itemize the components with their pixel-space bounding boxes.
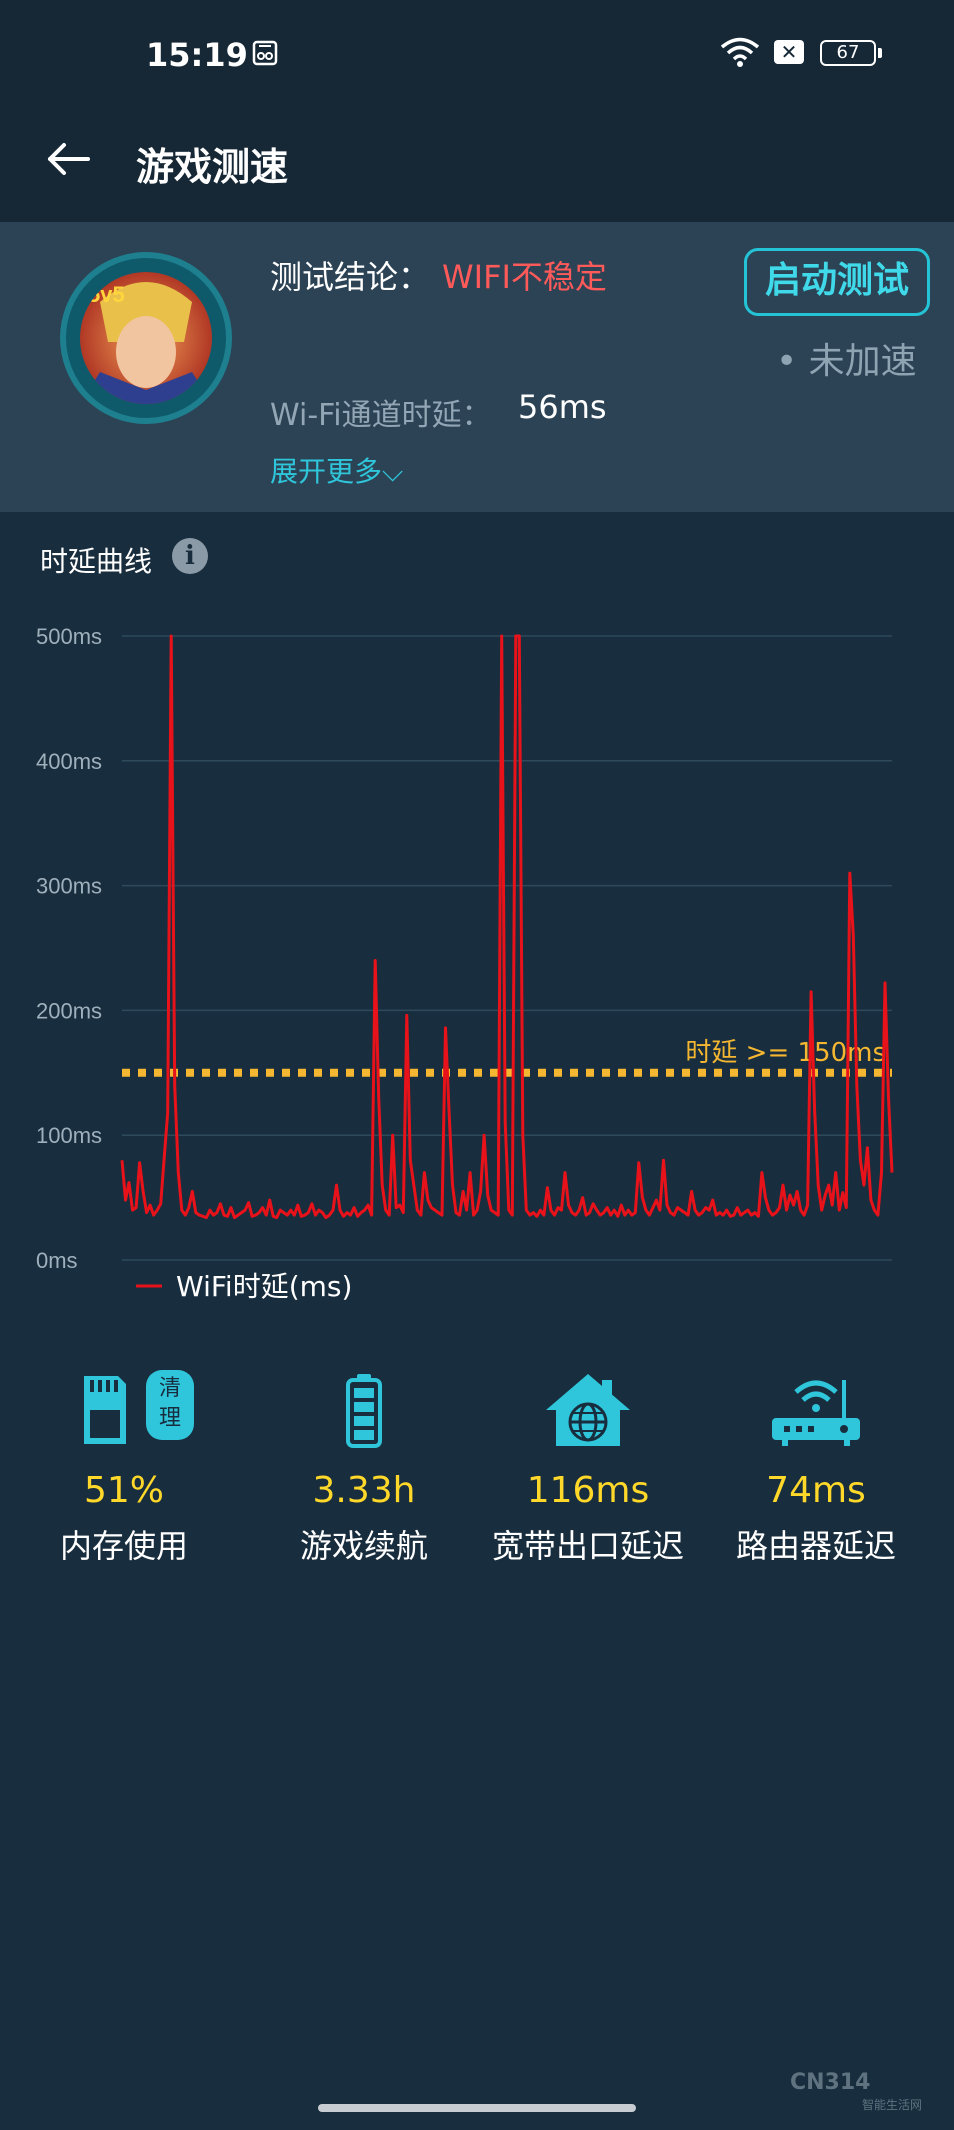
stat-label: 内存使用 bbox=[59, 1527, 188, 1565]
battery-level: 67 bbox=[836, 42, 860, 63]
battery-icon bbox=[346, 1374, 382, 1448]
conclusion-value: WIFI不稳定 bbox=[442, 258, 607, 296]
y-tick-label: 500ms bbox=[36, 624, 102, 649]
app-bar: 游戏测速 bbox=[0, 110, 954, 222]
stat-label: 宽带出口延迟 bbox=[491, 1527, 684, 1565]
game-hero-image: 5v5 bbox=[80, 272, 212, 404]
y-tick-label: 0ms bbox=[36, 1248, 78, 1273]
latency-chart: 0ms100ms200ms300ms400ms500ms时延 >= 150msW… bbox=[36, 624, 894, 1303]
watermark-subtitle: 智能生活网 bbox=[862, 2098, 923, 2112]
stat-memory[interactable]: 清理 51% 内存使用 bbox=[14, 1370, 234, 1567]
home-globe-icon bbox=[546, 1374, 630, 1446]
start-test-button[interactable]: 启动测试 bbox=[744, 248, 930, 316]
y-tick-label: 100ms bbox=[36, 1123, 102, 1148]
conclusion-label: 测试结论： bbox=[270, 258, 431, 296]
series-line bbox=[120, 634, 894, 1220]
stat-value: 74ms bbox=[766, 1470, 866, 1511]
watermark-brand: CN314 bbox=[790, 2070, 871, 2095]
wifi-icon bbox=[720, 37, 760, 67]
test-summary-card: 5v5 测试结论： WIFI不稳定 启动测试 • 未加速 Wi-Fi通道时延： … bbox=[0, 222, 954, 512]
page-title: 游戏测速 bbox=[136, 145, 289, 189]
notification-close-icon: ✕ bbox=[774, 40, 804, 64]
y-tick-label: 300ms bbox=[36, 874, 102, 899]
y-tick-label: 400ms bbox=[36, 749, 102, 774]
legend-label: WiFi时延(ms) bbox=[176, 1270, 352, 1303]
chart-title: 时延曲线 bbox=[40, 545, 153, 578]
y-tick-label: 200ms bbox=[36, 998, 102, 1023]
wifi-delay-value: 56ms bbox=[518, 388, 607, 426]
status-bar: 15:19 ✕ 67 bbox=[0, 0, 954, 110]
battery-indicator: 67 bbox=[820, 40, 876, 66]
stat-value: 3.33h bbox=[312, 1470, 416, 1511]
screenshot-app-icon bbox=[252, 40, 278, 66]
router-icon bbox=[772, 1380, 860, 1446]
info-icon[interactable]: i bbox=[172, 538, 208, 574]
back-arrow-icon[interactable] bbox=[44, 134, 94, 184]
stat-broadband-delay[interactable]: 116ms 宽带出口延迟 bbox=[478, 1370, 698, 1567]
clean-badge-label: 清理 bbox=[158, 1376, 181, 1431]
stat-game-endurance[interactable]: 3.33h 游戏续航 bbox=[254, 1370, 474, 1567]
stat-value: 116ms bbox=[526, 1470, 650, 1511]
stat-router-delay[interactable]: 74ms 路由器延迟 bbox=[706, 1370, 926, 1567]
expand-more-link[interactable]: 展开更多⌵ bbox=[270, 450, 403, 490]
acceleration-status: • 未加速 bbox=[776, 341, 917, 382]
clean-badge[interactable]: 清理 bbox=[146, 1370, 194, 1440]
svg-text:5v5: 5v5 bbox=[88, 282, 125, 307]
stat-label: 路由器延迟 bbox=[735, 1527, 896, 1565]
game-avatar: 5v5 bbox=[60, 252, 232, 424]
stat-value: 51% bbox=[83, 1470, 164, 1511]
status-time: 15:19 bbox=[146, 36, 248, 74]
wifi-delay-label: Wi-Fi通道时延： bbox=[270, 398, 492, 433]
battery-nub bbox=[878, 48, 882, 58]
stat-label: 游戏续航 bbox=[299, 1527, 428, 1565]
home-indicator[interactable] bbox=[318, 2104, 636, 2112]
